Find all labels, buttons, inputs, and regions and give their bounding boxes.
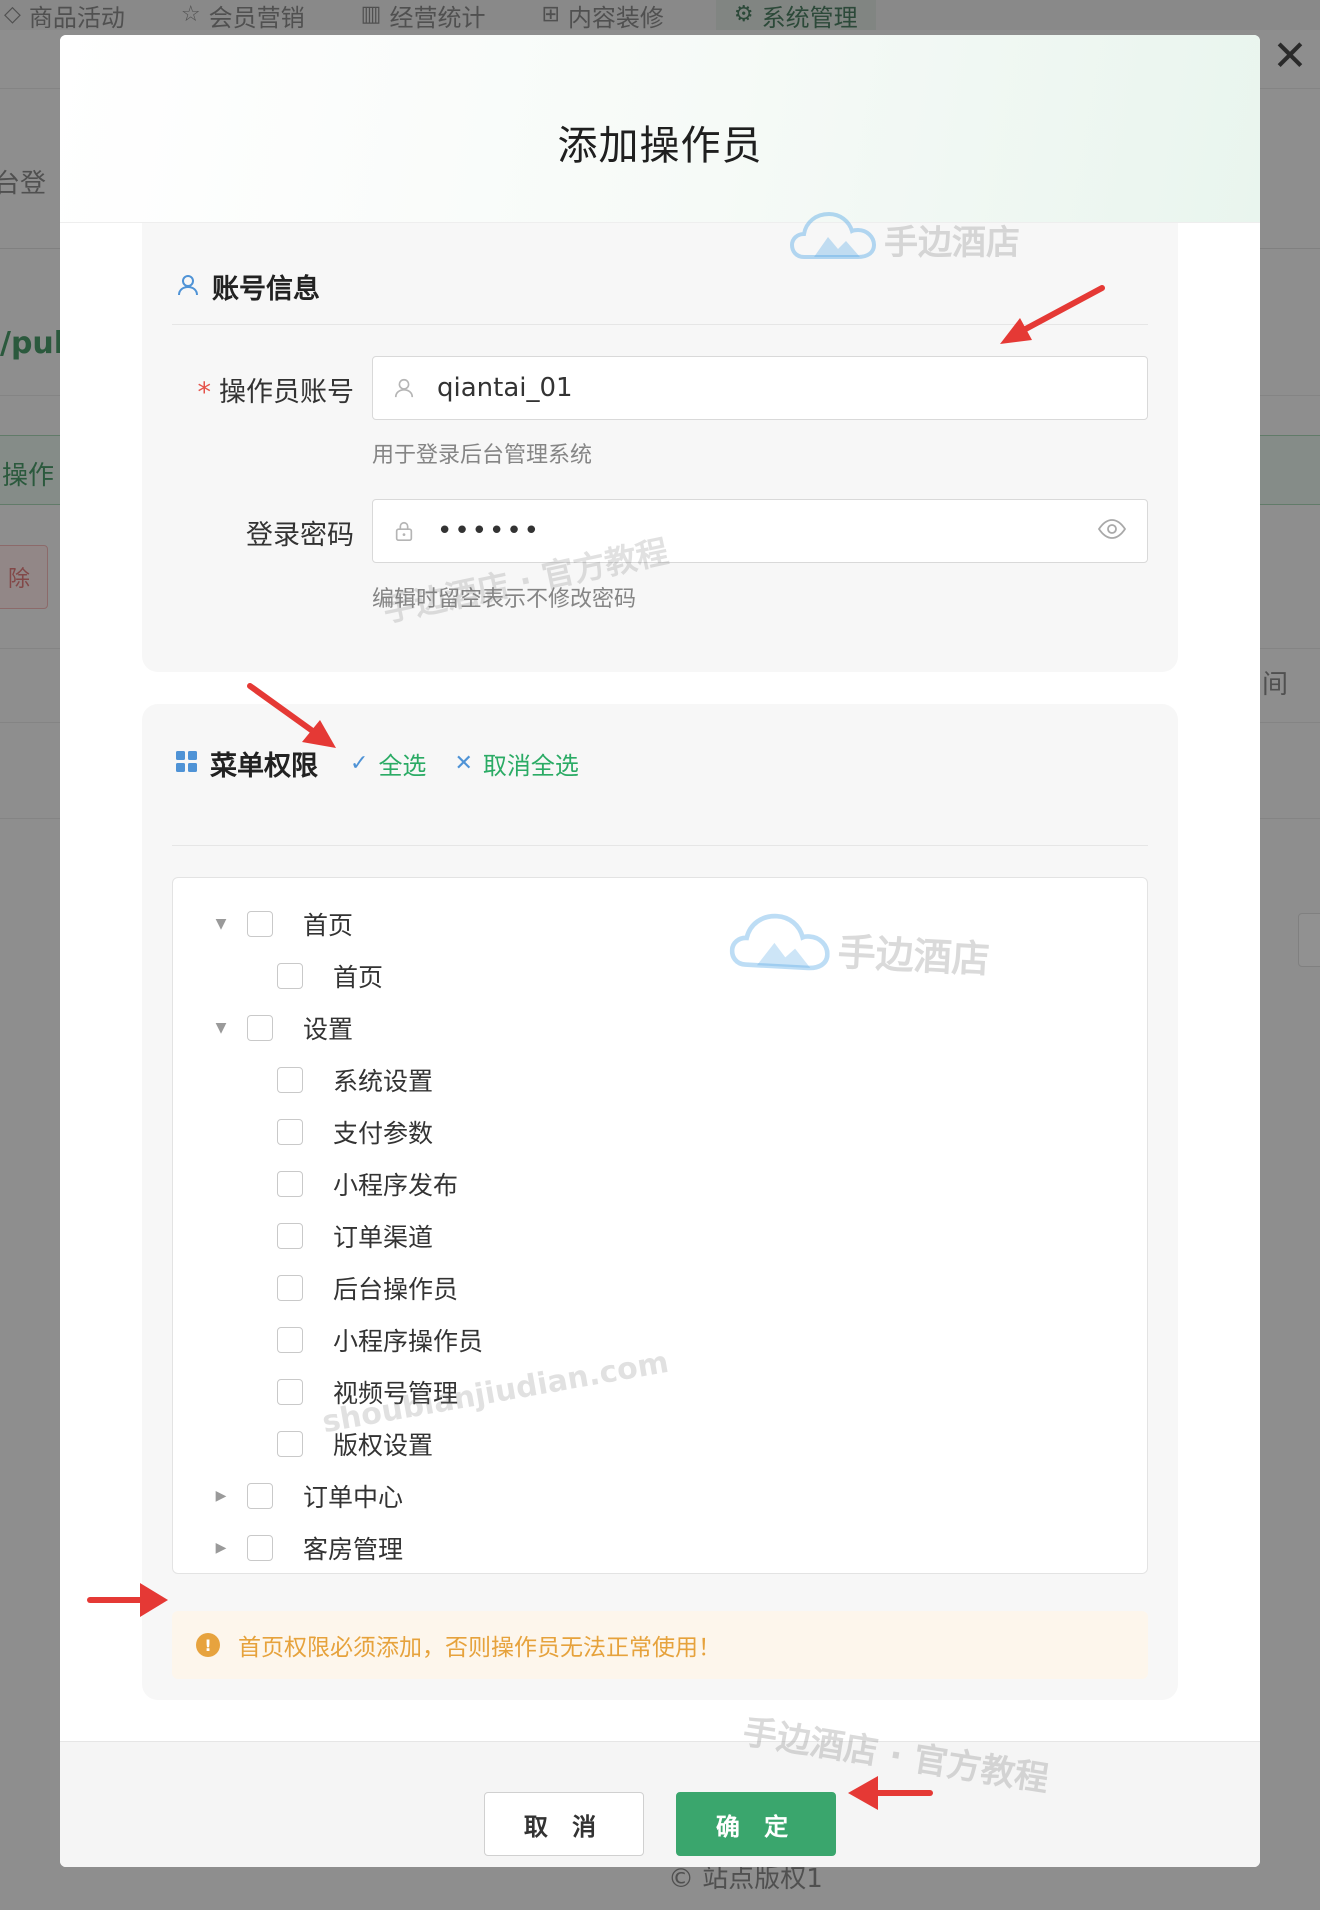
cancel-button[interactable]: 取 消: [484, 1792, 644, 1856]
tree-node-label: 首页: [333, 963, 384, 992]
checkbox[interactable]: [247, 911, 273, 937]
checkbox[interactable]: [277, 1275, 303, 1301]
account-input-value: qiantai_01: [437, 373, 573, 403]
eye-icon[interactable]: [1097, 518, 1127, 544]
cloud-logo-icon: [789, 205, 877, 274]
required-mark: *: [197, 377, 212, 408]
tree-node-label: 客房管理: [303, 1535, 404, 1564]
checkbox[interactable]: [247, 1535, 273, 1561]
annotation-arrow-icon: [247, 683, 336, 748]
check-icon: ✓: [350, 751, 369, 776]
password-input-value: ••••••: [437, 516, 542, 546]
brand-watermark: 手边酒店: [789, 205, 1020, 274]
tree-node[interactable]: 小程序发布: [277, 1164, 458, 1204]
caret-down-icon[interactable]: ▼: [211, 916, 231, 932]
tree-node[interactable]: ▶ 客房管理: [211, 1528, 403, 1568]
tree-node[interactable]: 订单渠道: [277, 1216, 433, 1256]
tree-node-label: 支付参数: [333, 1119, 434, 1148]
account-section-title: 账号信息: [212, 274, 320, 305]
account-field-label: * 操作员账号: [182, 370, 355, 409]
account-section-header: 账号信息: [176, 267, 320, 306]
grid-icon: [176, 750, 198, 777]
menu-actions: ✓ 全选 ✕ 取消全选: [350, 746, 597, 781]
tree-node[interactable]: ▼ 首页: [211, 904, 353, 944]
lock-icon: [393, 520, 419, 542]
password-input[interactable]: ••••••: [372, 499, 1148, 563]
cloud-logo-icon: [728, 903, 832, 987]
tree-node-label: 后台操作员: [333, 1275, 459, 1304]
brand-watermark-text: 手边酒店: [884, 223, 1020, 263]
checkbox[interactable]: [277, 1327, 303, 1353]
tree-node-label: 订单中心: [303, 1483, 404, 1512]
select-all-button[interactable]: ✓ 全选: [350, 746, 426, 781]
tree-node[interactable]: ▶ 订单中心: [211, 1476, 403, 1516]
deselect-all-button[interactable]: ✕ 取消全选: [454, 746, 578, 781]
annotation-arrow-icon: [848, 1776, 933, 1810]
menu-section-header: 菜单权限 ✓ 全选 ✕ 取消全选: [176, 744, 597, 783]
warning-alert: ! 首页权限必须添加，否则操作员无法正常使用！: [172, 1611, 1148, 1679]
cross-icon: ✕: [454, 751, 473, 776]
tree-node-label: 系统设置: [333, 1067, 434, 1096]
select-all-label: 全选: [378, 752, 427, 780]
checkbox[interactable]: [277, 1067, 303, 1093]
annotation-arrow-icon: [87, 1583, 168, 1617]
dialog-title: 添加操作员: [557, 123, 763, 169]
menu-permission-card: 菜单权限 ✓ 全选 ✕ 取消全选 ▼ 首页 首页 ▼ 设置 系统设置 支付参数 …: [142, 704, 1178, 1700]
warning-text: 首页权限必须添加，否则操作员无法正常使用！: [238, 1635, 721, 1661]
caret-right-icon[interactable]: ▶: [211, 1540, 231, 1556]
account-hint: 用于登录后台管理系统: [372, 443, 593, 468]
tree-node[interactable]: 系统设置: [277, 1060, 433, 1100]
brand-watermark: 手边酒店: [728, 903, 992, 995]
checkbox[interactable]: [277, 963, 303, 989]
annotation-arrow-icon: [1000, 285, 1105, 344]
section-divider: [172, 845, 1148, 846]
account-label-text: 操作员账号: [219, 377, 354, 408]
checkbox[interactable]: [277, 1171, 303, 1197]
warning-icon: !: [196, 1633, 220, 1657]
account-input[interactable]: qiantai_01: [372, 356, 1148, 420]
user-icon: [176, 273, 200, 301]
user-outline-icon: [393, 377, 419, 399]
confirm-button[interactable]: 确 定: [676, 1792, 836, 1856]
brand-watermark-text: 手边酒店: [836, 929, 991, 982]
tree-node[interactable]: 后台操作员: [277, 1268, 458, 1308]
tree-node[interactable]: ▼ 设置: [211, 1008, 353, 1048]
tree-node-label: 设置: [303, 1015, 354, 1044]
close-icon[interactable]: ✕: [1268, 34, 1312, 78]
deselect-all-label: 取消全选: [482, 752, 579, 780]
tree-node[interactable]: 支付参数: [277, 1112, 433, 1152]
checkbox[interactable]: [277, 1223, 303, 1249]
permission-tree: ▼ 首页 首页 ▼ 设置 系统设置 支付参数 小程序发布 订单渠道 后台操作员 …: [172, 877, 1148, 1574]
tree-node-label: 小程序操作员: [333, 1327, 484, 1356]
dialog-header: 添加操作员: [60, 35, 1260, 223]
tree-node-label: 订单渠道: [333, 1223, 434, 1252]
dialog-footer: 取 消 确 定: [60, 1741, 1260, 1867]
checkbox[interactable]: [277, 1379, 303, 1405]
checkbox[interactable]: [247, 1483, 273, 1509]
caret-right-icon[interactable]: ▶: [211, 1488, 231, 1504]
checkbox[interactable]: [247, 1015, 273, 1041]
caret-down-icon[interactable]: ▼: [211, 1020, 231, 1036]
tree-node[interactable]: 首页: [277, 956, 383, 996]
tree-node-label: 小程序发布: [333, 1171, 459, 1200]
tree-node[interactable]: 小程序操作员: [277, 1320, 483, 1360]
checkbox[interactable]: [277, 1431, 303, 1457]
checkbox[interactable]: [277, 1119, 303, 1145]
tree-node-label: 首页: [303, 911, 354, 940]
password-field-label: 登录密码: [246, 520, 354, 551]
